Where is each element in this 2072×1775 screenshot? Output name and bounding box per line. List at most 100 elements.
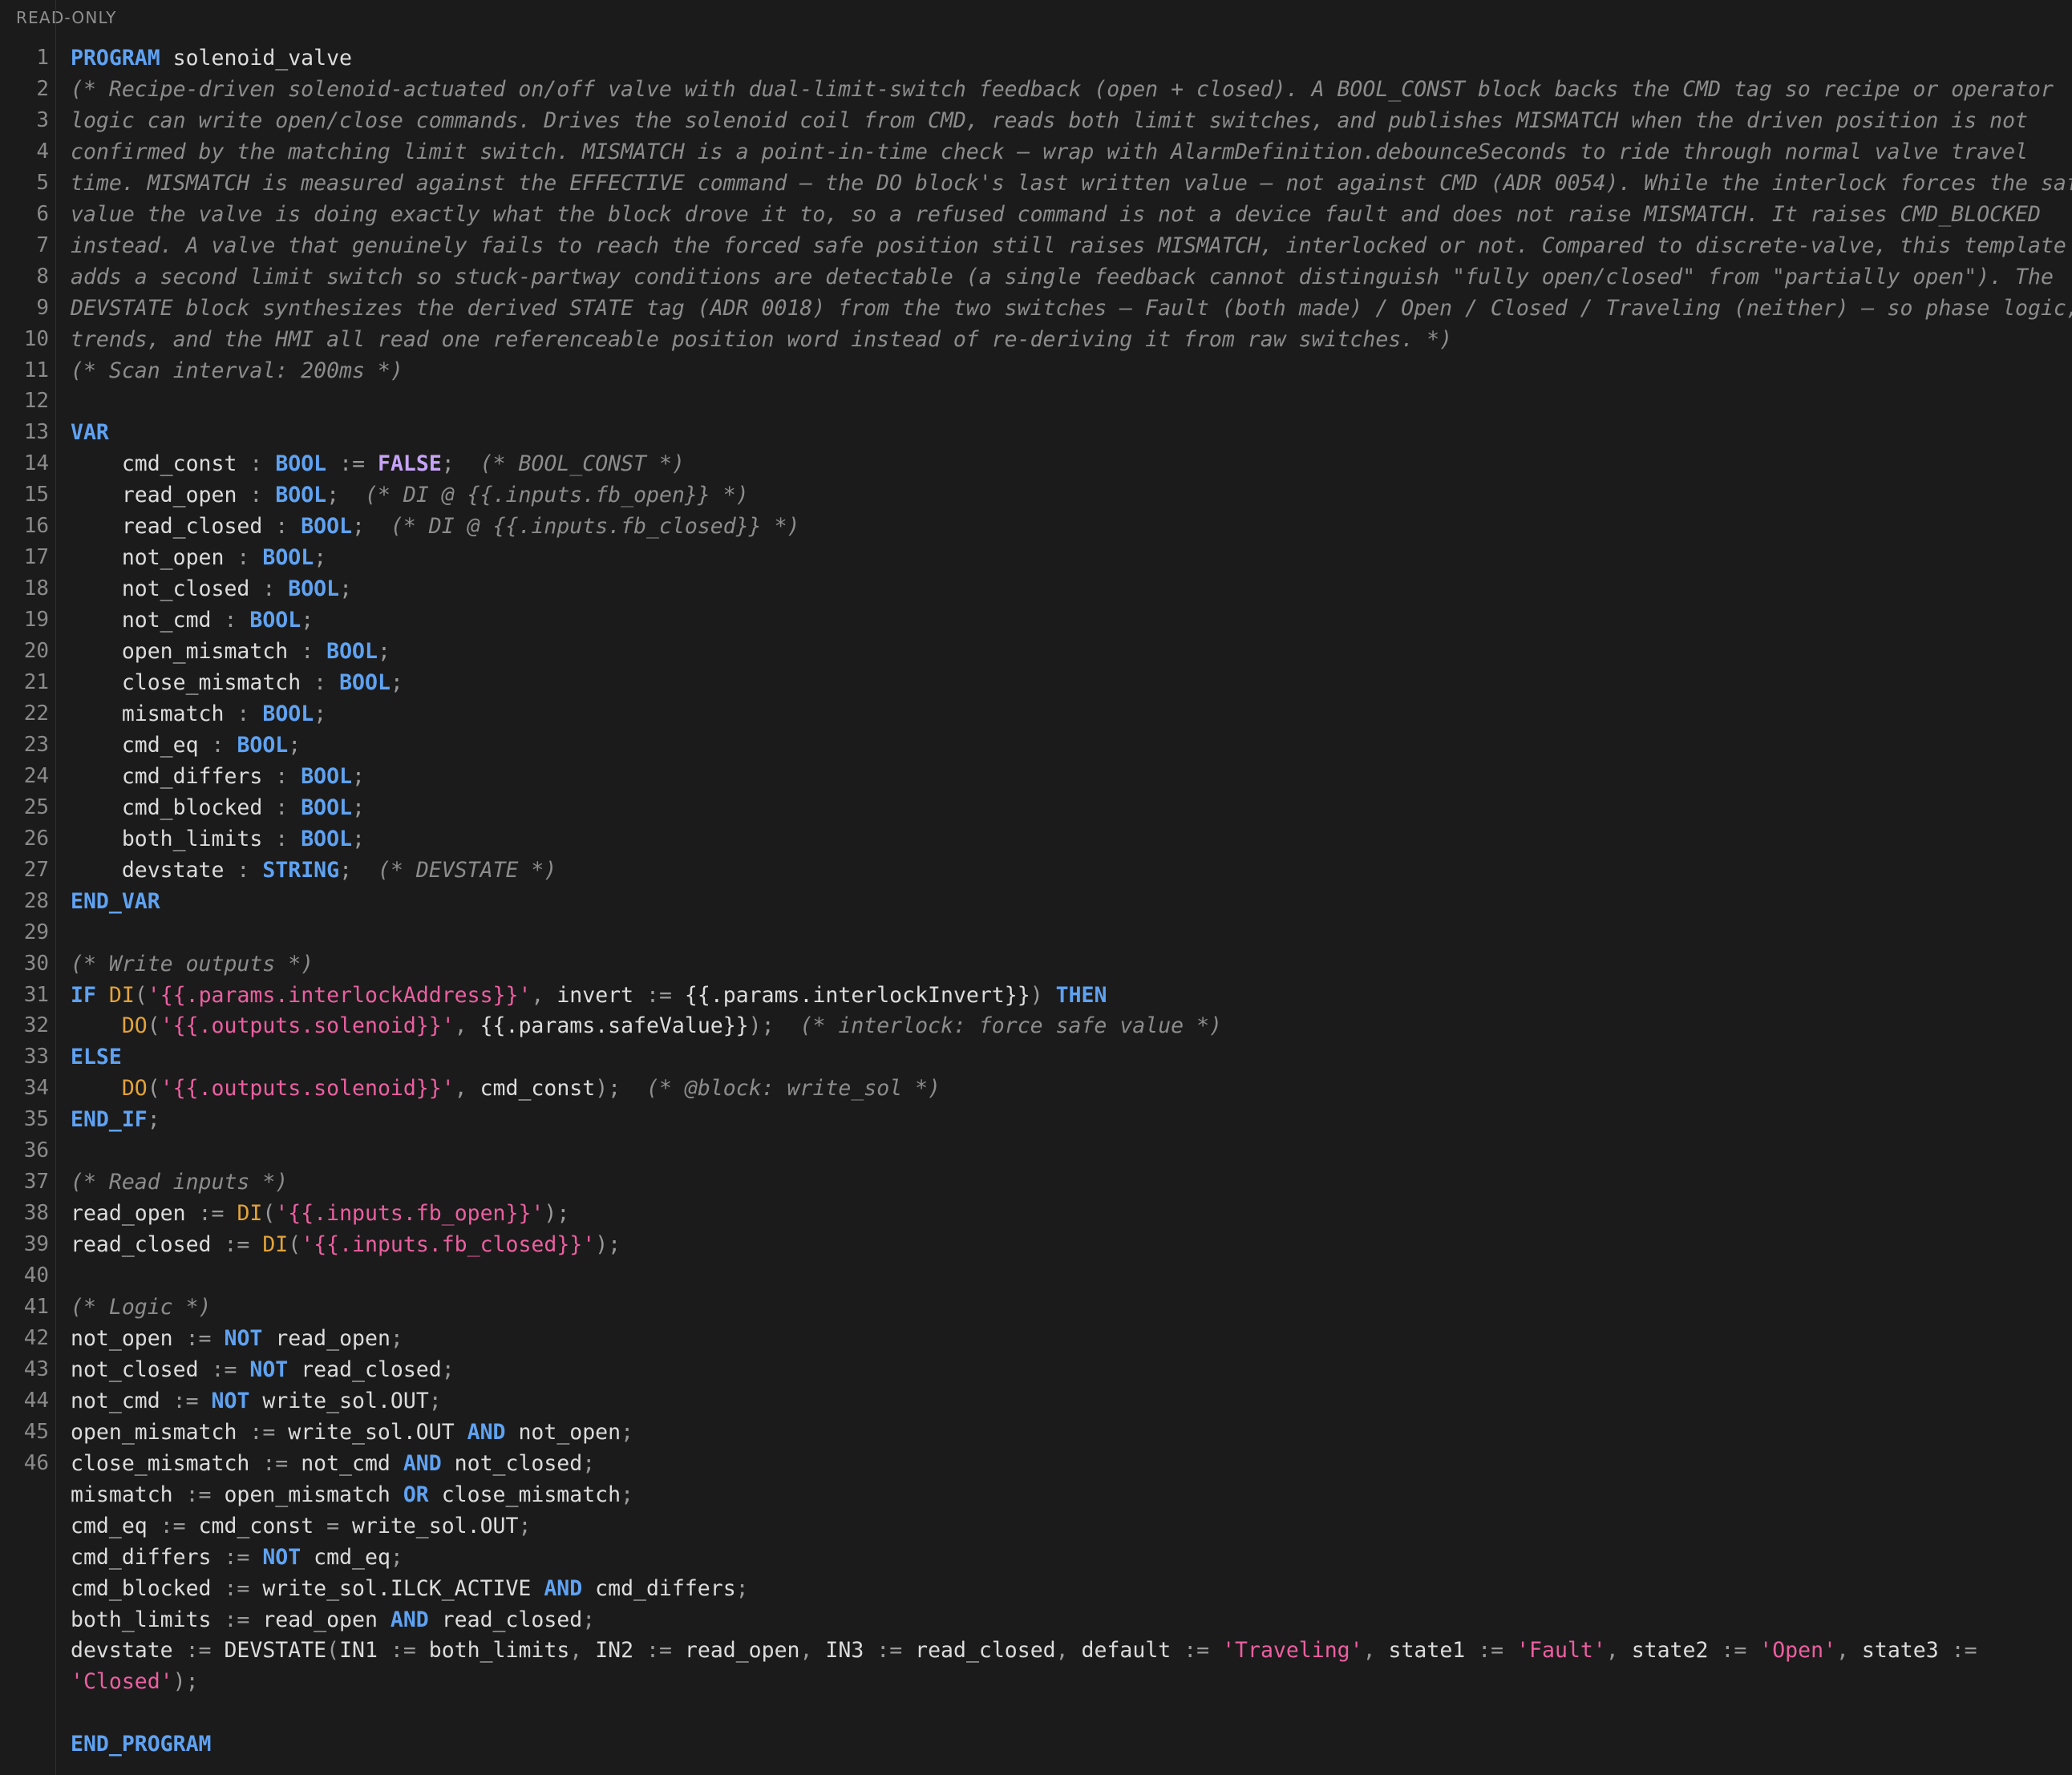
line-number: 24: [23, 763, 49, 788]
code-token: '{{.outputs.solenoid}}': [160, 1076, 455, 1102]
code-token: not_cmd: [71, 1388, 173, 1413]
code-line: trends, and the HMI all read one referen…: [71, 324, 1452, 355]
code-token: solenoid_valve: [160, 46, 353, 71]
code-token: ;: [518, 1513, 532, 1538]
code-token: devstate: [71, 857, 237, 883]
code-token: :=: [1721, 1638, 1747, 1664]
code-token: END_PROGRAM: [71, 1732, 212, 1757]
code-line: time. MISMATCH is measured against the E…: [71, 168, 2072, 199]
code-token: ;: [390, 1325, 403, 1351]
code-token: read_open: [249, 1607, 391, 1632]
code-token: not_closed: [441, 1450, 583, 1476]
code-token: ;: [390, 1544, 403, 1570]
code-token: :=: [1951, 1638, 1977, 1664]
line-number: 36: [23, 1138, 49, 1163]
code-token: BOOL: [301, 826, 353, 851]
code-token: AND: [544, 1575, 583, 1601]
line-number: 40: [23, 1264, 49, 1288]
code-token: :=: [262, 1450, 289, 1476]
code-token: DI: [262, 1232, 289, 1258]
code-token: ;: [314, 701, 327, 726]
code-token: (: [326, 1638, 340, 1664]
code-line: END_IF;: [71, 1104, 160, 1135]
line-number: 17: [23, 545, 49, 570]
code-line: read_closed := DI('{{.inputs.fb_closed}}…: [71, 1229, 621, 1260]
code-line: (* Recipe-driven solenoid-actuated on/of…: [71, 74, 2054, 105]
code-token: :: [275, 763, 289, 789]
code-line: not_closed : BOOL;: [71, 573, 352, 604]
code-token: NOT: [249, 1357, 289, 1382]
code-token: confirmed by the matching limit switch. …: [71, 139, 2029, 164]
code-token: ,: [531, 982, 544, 1008]
code-token: :: [249, 451, 263, 477]
line-number: 35: [23, 1107, 49, 1132]
code-token: ,: [454, 1013, 467, 1039]
code-token: ;: [352, 795, 366, 820]
line-number: 7: [36, 232, 49, 257]
code-token: :=: [160, 1513, 186, 1538]
code-token: state2: [1618, 1638, 1722, 1664]
code-token: ;: [288, 732, 301, 758]
code-token: ;: [582, 1607, 596, 1632]
line-number: 21: [23, 670, 49, 694]
code-token: not_open: [71, 1325, 186, 1351]
code-token: ,: [569, 1638, 583, 1664]
code-token: :=: [646, 982, 672, 1008]
code-token: :: [237, 857, 250, 883]
code-token: ,: [1362, 1638, 1376, 1664]
line-number: 3: [36, 107, 49, 132]
code-token: ;: [326, 483, 340, 508]
line-number: 22: [23, 701, 49, 726]
line-number: 34: [23, 1076, 49, 1101]
code-token: read_open: [671, 1638, 800, 1664]
code-token: IN3: [812, 1638, 877, 1664]
code-token: '{{.inputs.fb_closed}}': [301, 1232, 596, 1258]
code-token: BOOL: [301, 514, 353, 540]
code-line: cmd_blocked := write_sol.ILCK_ACTIVE AND…: [71, 1573, 749, 1604]
code-token: END_VAR: [71, 888, 160, 914]
code-token: :=: [224, 1607, 250, 1632]
code-token: cmd_eq: [301, 1544, 391, 1570]
code-token: (: [147, 1076, 160, 1102]
line-number: 12: [23, 389, 49, 414]
code-token: cmd_differs: [71, 763, 276, 789]
code-token: :=: [185, 1638, 212, 1664]
code-token: (* Scan interval: 200ms *): [71, 358, 403, 383]
code-line: instead. A valve that genuinely fails to…: [71, 230, 2066, 261]
code-token: ;: [441, 451, 455, 477]
code-token: read_closed: [71, 514, 276, 540]
code-token: read_open: [71, 483, 250, 508]
code-token: ;: [441, 1357, 455, 1382]
code-token: {{.params.interlockInvert}}: [671, 982, 1030, 1008]
code-editor[interactable]: READ-ONLY 1 2 3 4 5 6 7 8 9 10 11 12 13 14 15 16 17 18 19 2…: [0, 0, 2072, 1775]
code-token: {{.params.safeValue}}: [467, 1013, 749, 1039]
code-token: 'Closed': [71, 1669, 173, 1695]
line-number: 44: [23, 1388, 49, 1413]
code-token: cmd_const: [71, 451, 250, 477]
code-line: not_open : BOOL;: [71, 542, 326, 573]
code-line: ELSE: [71, 1041, 122, 1073]
code-token: ;: [582, 1450, 596, 1476]
code-token: ,: [454, 1076, 467, 1102]
code-token: :=: [249, 1419, 276, 1445]
code-token: not_closed: [71, 576, 263, 602]
code-token: (* @block: write_sol *): [646, 1076, 941, 1102]
code-token: write_sol.ILCK_ACTIVE: [249, 1575, 544, 1601]
code-token: BOOL: [301, 763, 353, 789]
code-token: STRING: [262, 857, 340, 883]
code-token: (: [134, 982, 148, 1008]
code-token: :: [249, 483, 263, 508]
